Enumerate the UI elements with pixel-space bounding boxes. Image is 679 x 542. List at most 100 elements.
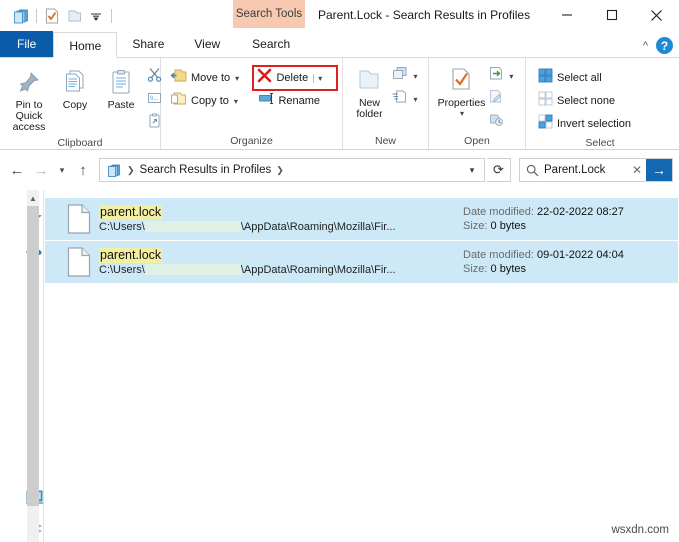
new-folder-large-icon	[356, 64, 382, 96]
easy-access-caret-icon[interactable]: ▾	[413, 95, 417, 104]
tab-file[interactable]: File	[0, 31, 54, 57]
table-row[interactable]: parent.lock C:\Users\ \AppData\Roaming\M…	[45, 198, 678, 240]
search-go-button[interactable]: →	[646, 159, 672, 181]
copy-to-label: Copy to	[191, 95, 229, 107]
ribbon-group-open: Properties ▾ ▾ Open	[429, 58, 526, 149]
size-value: 0 bytes	[490, 263, 526, 275]
delete-button[interactable]: Delete ▾	[252, 65, 338, 91]
file-path-prefix: C:\Users\	[99, 220, 145, 233]
rename-label: Rename	[278, 95, 321, 107]
move-to-caret-icon[interactable]: ▾	[235, 74, 239, 83]
file-name: parent.lock	[99, 204, 163, 220]
tab-view[interactable]: View	[179, 31, 235, 57]
file-path: C:\Users\ \AppData\Roaming\Mozilla\Fir..…	[99, 263, 463, 277]
breadcrumb-item-0[interactable]: Search Results in Profiles	[138, 164, 274, 176]
paste-button[interactable]: Paste	[98, 64, 144, 113]
properties-button[interactable]: Properties ▾	[438, 62, 485, 120]
copy-to-button[interactable]: Copy to ▾	[167, 90, 252, 112]
group-title-select: Select	[585, 137, 615, 149]
open-caret-icon[interactable]: ▾	[509, 72, 513, 81]
file-name: parent.lock	[99, 247, 163, 263]
paste-shortcut-icon	[148, 113, 161, 133]
breadcrumb-separator-0[interactable]: ❯	[124, 165, 138, 176]
new-folder-icon[interactable]	[63, 5, 85, 27]
back-button[interactable]: ←	[6, 157, 28, 183]
new-item-caret-icon[interactable]: ▾	[413, 72, 417, 81]
pin-to-quick-access-button[interactable]: Pin to Quick access	[6, 64, 52, 135]
refresh-button[interactable]: ⟳	[487, 158, 511, 182]
date-modified-value: 09-01-2022 04:04	[537, 249, 624, 261]
new-folder-button[interactable]: New folder	[350, 62, 388, 122]
navigation-pane-scrollbar[interactable]: ▲	[27, 190, 39, 542]
collapse-ribbon-chevron-icon[interactable]: ^	[643, 40, 648, 52]
copy-to-caret-icon[interactable]: ▾	[234, 97, 238, 106]
select-all-button[interactable]: Select all	[535, 67, 634, 89]
ribbon-group-new: New folder ▾ ▾ New	[343, 58, 429, 149]
file-main-info: parent.lock C:\Users\ \AppData\Roaming\M…	[99, 204, 463, 234]
search-input[interactable]: Parent.Lock	[544, 164, 628, 176]
easy-access-button[interactable]: ▾	[388, 88, 420, 110]
properties-caret-icon[interactable]: ▾	[460, 109, 464, 118]
size-label: Size:	[463, 263, 488, 275]
maximize-button[interactable]	[589, 0, 634, 30]
search-box[interactable]: Parent.Lock ✕ →	[519, 158, 673, 182]
open-icon	[488, 66, 504, 86]
copy-label: Copy	[62, 99, 88, 111]
file-path-prefix: C:\Users\	[99, 263, 145, 276]
group-title-open: Open	[464, 135, 490, 147]
scroll-up-arrow-icon[interactable]: ▲	[27, 190, 39, 206]
address-bar[interactable]: ❯ Search Results in Profiles ❯ ▾	[99, 158, 485, 182]
properties-large-icon	[449, 64, 473, 96]
close-button[interactable]	[634, 0, 679, 30]
rename-button[interactable]: Rename	[254, 90, 336, 112]
select-none-button[interactable]: Select none	[535, 90, 634, 112]
edit-button[interactable]	[485, 88, 516, 110]
watermark: wsxdn.com	[611, 524, 669, 536]
properties-icon[interactable]	[41, 5, 63, 27]
customize-chevron-icon[interactable]	[85, 5, 107, 27]
minimize-button[interactable]	[544, 0, 589, 30]
forward-button[interactable]: →	[30, 157, 52, 183]
scissors-icon	[147, 67, 162, 87]
search-icon	[520, 164, 544, 177]
address-folder-icon	[104, 164, 124, 177]
paste-icon	[109, 66, 133, 98]
recent-locations-chevron-icon[interactable]: ▾	[54, 157, 70, 183]
explorer-icon[interactable]	[10, 5, 32, 27]
move-to-label: Move to	[191, 72, 231, 84]
address-dropdown-chevron-icon[interactable]: ▾	[462, 165, 482, 176]
scrollbar-thumb[interactable]	[27, 206, 39, 506]
clear-search-icon[interactable]: ✕	[628, 163, 646, 177]
qat-separator	[36, 9, 37, 23]
copy-button[interactable]: Copy	[52, 64, 98, 113]
file-type-icon	[59, 204, 99, 234]
help-icon[interactable]: ?	[656, 37, 673, 54]
new-item-icon	[391, 66, 408, 86]
tab-share[interactable]: Share	[117, 31, 179, 57]
table-row[interactable]: parent.lock C:\Users\ \AppData\Roaming\M…	[45, 241, 678, 283]
up-button[interactable]: ↑	[72, 157, 94, 183]
copy-to-icon	[170, 91, 187, 111]
select-all-icon	[538, 68, 553, 88]
address-bar-row: ← → ▾ ↑ ❯ Search Results in Profiles ❯ ▾…	[0, 150, 679, 190]
tab-search[interactable]: Search	[235, 31, 307, 57]
breadcrumb-separator-1[interactable]: ❯	[273, 165, 287, 176]
open-button[interactable]: ▾	[485, 65, 516, 87]
invert-selection-button[interactable]: Invert selection	[535, 113, 634, 135]
new-folder-label-line2: folder	[356, 108, 383, 120]
select-none-label: Select none	[557, 95, 616, 107]
move-to-icon	[170, 68, 187, 88]
window-controls	[544, 0, 679, 30]
move-to-button[interactable]: Move to ▾	[167, 67, 252, 89]
copy-icon	[62, 66, 88, 98]
select-all-label: Select all	[557, 72, 602, 84]
tab-home[interactable]: Home	[53, 32, 118, 58]
new-item-button[interactable]: ▾	[388, 65, 420, 87]
paste-label: Paste	[107, 99, 135, 111]
delete-x-icon	[257, 68, 272, 88]
redacted-username	[144, 221, 241, 232]
delete-caret-icon[interactable]: ▾	[313, 73, 322, 83]
copy-path-icon: \\...	[147, 91, 162, 110]
ribbon-group-select: Select all Select none Invert selection …	[526, 58, 674, 149]
history-button[interactable]	[485, 111, 516, 133]
